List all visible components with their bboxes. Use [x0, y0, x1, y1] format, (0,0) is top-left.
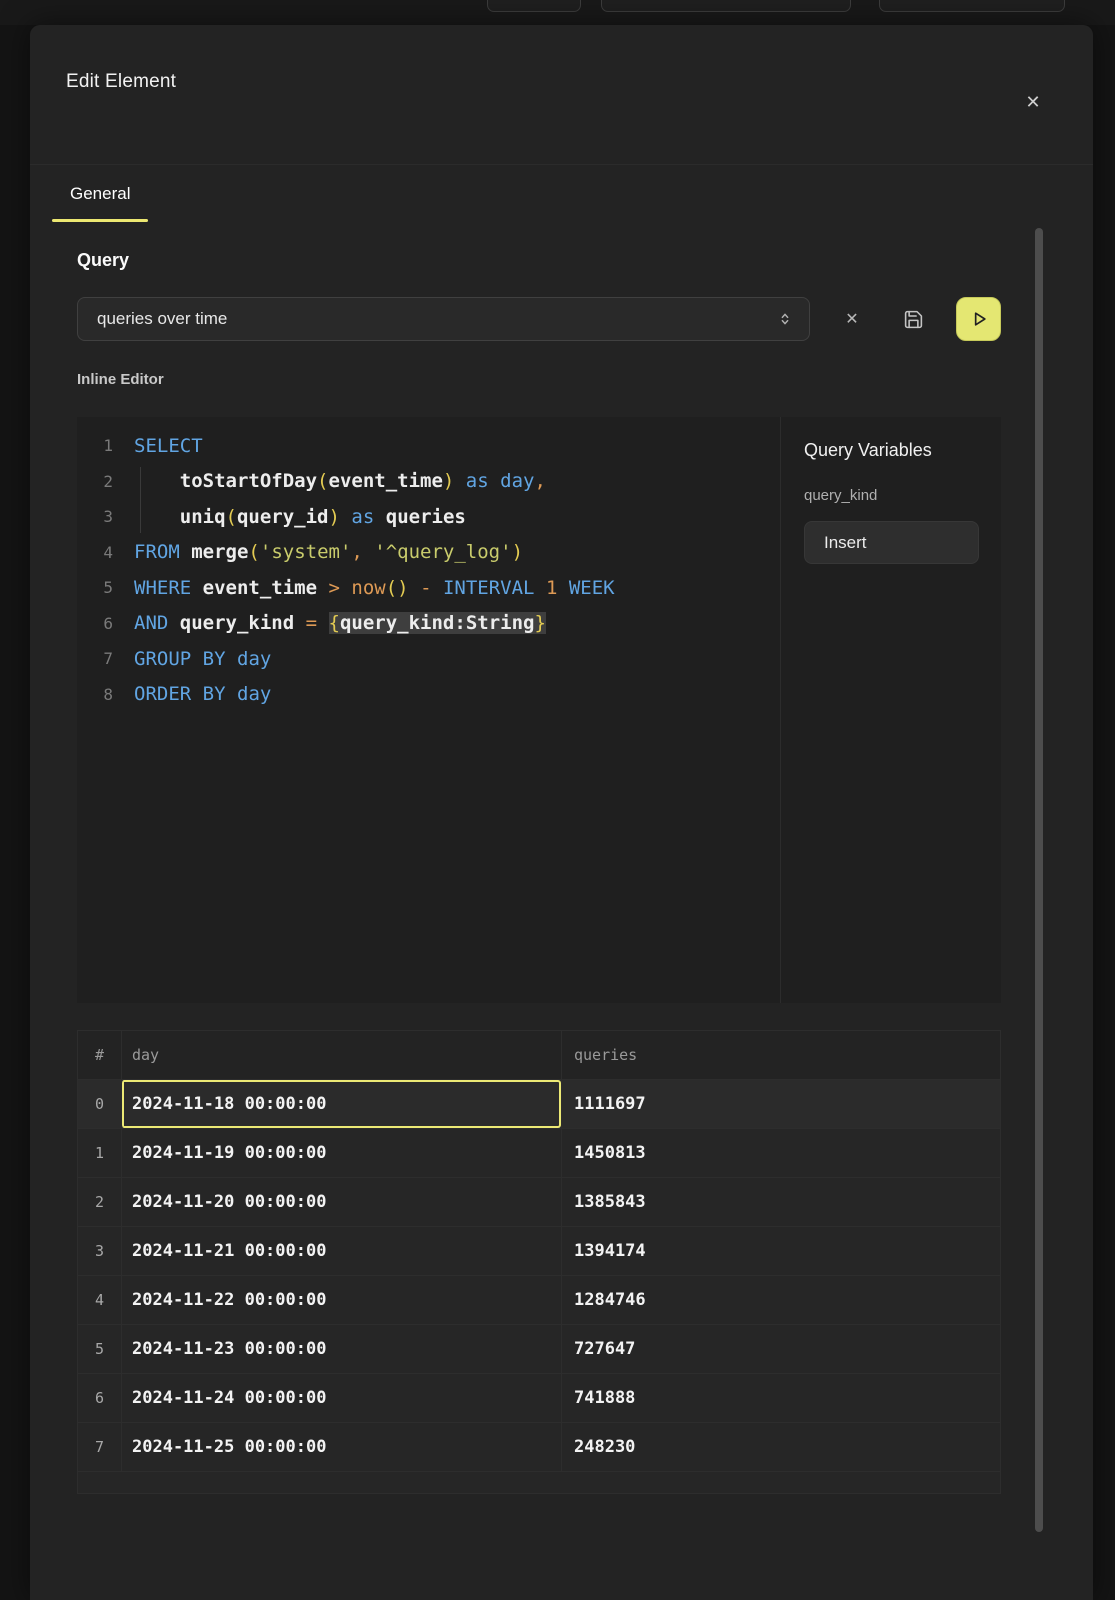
run-query-button[interactable] — [956, 297, 1001, 341]
query-selector-row: queries over time ✕ — [77, 297, 1001, 341]
indent-guide — [140, 467, 141, 533]
code-text: GROUP BY day — [134, 648, 271, 670]
column-header-day: day — [121, 1031, 561, 1079]
line-number: 2 — [77, 472, 113, 491]
code-text: SELECT — [134, 435, 203, 457]
table-row[interactable]: 12024-11-19 00:00:001450813 — [78, 1128, 1000, 1177]
tab-active-underline — [52, 219, 148, 222]
saved-query-dropdown-value: queries over time — [97, 309, 777, 329]
background-button[interactable] — [601, 0, 851, 12]
cell-row-index: 3 — [78, 1227, 121, 1275]
results-table: # day queries 02024-11-18 00:00:00111169… — [77, 1030, 1001, 1494]
cell-queries[interactable]: 1111697 — [561, 1080, 1000, 1128]
table-row[interactable]: 52024-11-23 00:00:00727647 — [78, 1324, 1000, 1373]
query-variables-panel: Query Variables query_kind Insert — [780, 417, 1001, 1003]
inline-editor-label: Inline Editor — [77, 371, 164, 388]
line-number: 8 — [77, 685, 113, 704]
cell-day[interactable]: 2024-11-24 00:00:00 — [121, 1374, 561, 1422]
background-button[interactable] — [879, 0, 1065, 12]
modal-header: Edit Element ✕ — [30, 25, 1093, 165]
line-number: 6 — [77, 614, 113, 633]
cell-day[interactable]: 2024-11-21 00:00:00 — [121, 1227, 561, 1275]
cell-queries[interactable]: 1450813 — [561, 1129, 1000, 1177]
cell-day[interactable]: 2024-11-19 00:00:00 — [121, 1129, 561, 1177]
chevron-up-down-icon — [777, 310, 793, 328]
code-text: toStartOfDay(event_time) as day, — [134, 470, 546, 492]
code-lines[interactable]: 1 SELECT 2 toStartOfDay(event_time) as day… — [77, 417, 780, 1003]
cell-day[interactable]: 2024-11-23 00:00:00 — [121, 1325, 561, 1373]
cell-row-index: 4 — [78, 1276, 121, 1324]
line-number: 7 — [77, 649, 113, 668]
table-row[interactable]: 02024-11-18 00:00:001111697 — [78, 1079, 1000, 1128]
column-header-index: # — [78, 1031, 121, 1079]
cell-queries[interactable]: 1394174 — [561, 1227, 1000, 1275]
clear-query-button[interactable]: ✕ — [830, 297, 874, 341]
line-number: 1 — [77, 436, 113, 455]
save-icon — [903, 309, 924, 330]
cell-queries[interactable]: 1284746 — [561, 1276, 1000, 1324]
table-body: 02024-11-18 00:00:00111169712024-11-19 0… — [78, 1079, 1000, 1471]
table-row[interactable]: 62024-11-24 00:00:00741888 — [78, 1373, 1000, 1422]
results-table-header: # day queries — [78, 1031, 1000, 1079]
cell-row-index: 6 — [78, 1374, 121, 1422]
code-line[interactable]: 3 uniq(query_id) as queries — [77, 499, 780, 535]
cell-queries[interactable]: 727647 — [561, 1325, 1000, 1373]
saved-query-dropdown[interactable]: queries over time — [77, 297, 810, 341]
line-number: 4 — [77, 543, 113, 562]
background-button[interactable] — [487, 0, 581, 12]
background-topbar — [0, 0, 1115, 25]
cell-row-index: 7 — [78, 1423, 121, 1471]
table-row[interactable]: 42024-11-22 00:00:001284746 — [78, 1275, 1000, 1324]
modal-title: Edit Element — [66, 71, 176, 93]
play-icon — [969, 309, 989, 329]
tab-general[interactable]: General — [52, 165, 148, 222]
cell-row-index: 1 — [78, 1129, 121, 1177]
close-icon[interactable]: ✕ — [1020, 89, 1046, 115]
table-row[interactable]: 32024-11-21 00:00:001394174 — [78, 1226, 1000, 1275]
cell-queries[interactable]: 1385843 — [561, 1178, 1000, 1226]
table-filler — [78, 1471, 1000, 1493]
table-row[interactable]: 22024-11-20 00:00:001385843 — [78, 1177, 1000, 1226]
insert-variable-button[interactable]: Insert — [804, 521, 979, 564]
cell-day[interactable]: 2024-11-18 00:00:00 — [121, 1080, 561, 1128]
column-header-queries: queries — [561, 1031, 1000, 1079]
code-line[interactable]: 1 SELECT — [77, 428, 780, 464]
clear-icon: ✕ — [845, 309, 858, 329]
line-number: 5 — [77, 578, 113, 597]
edit-element-modal: Edit Element ✕ General Query queries ove… — [30, 25, 1093, 1600]
code-text: AND query_kind = {query_kind:String} — [134, 612, 546, 634]
code-text: WHERE event_time > now() - INTERVAL 1 WE… — [134, 577, 615, 599]
code-text: uniq(query_id) as queries — [134, 506, 466, 528]
table-row[interactable]: 72024-11-25 00:00:00248230 — [78, 1422, 1000, 1471]
code-text: FROM merge('system', '^query_log') — [134, 541, 523, 563]
cell-queries[interactable]: 248230 — [561, 1423, 1000, 1471]
cell-day[interactable]: 2024-11-22 00:00:00 — [121, 1276, 561, 1324]
tab-general-label: General — [70, 184, 130, 204]
cell-row-index: 5 — [78, 1325, 121, 1373]
cell-row-index: 2 — [78, 1178, 121, 1226]
query-section-heading: Query — [77, 250, 129, 271]
cell-day[interactable]: 2024-11-20 00:00:00 — [121, 1178, 561, 1226]
sql-editor: 1 SELECT 2 toStartOfDay(event_time) as day… — [77, 417, 1001, 1003]
code-line[interactable]: 2 toStartOfDay(event_time) as day, — [77, 464, 780, 500]
code-text: ORDER BY day — [134, 683, 271, 705]
query-variables-title: Query Variables — [804, 440, 1001, 461]
code-line[interactable]: 7 GROUP BY day — [77, 641, 780, 677]
code-line[interactable]: 8 ORDER BY day — [77, 677, 780, 713]
code-line[interactable]: 6 AND query_kind = {query_kind:String} — [77, 606, 780, 642]
modal-scrollbar[interactable] — [1035, 228, 1043, 1532]
cell-queries[interactable]: 741888 — [561, 1374, 1000, 1422]
code-line[interactable]: 5 WHERE event_time > now() - INTERVAL 1 W… — [77, 570, 780, 606]
cell-row-index: 0 — [78, 1080, 121, 1128]
code-line[interactable]: 4 FROM merge('system', '^query_log') — [77, 535, 780, 571]
line-number: 3 — [77, 507, 113, 526]
variable-name-label: query_kind — [804, 487, 1001, 504]
cell-day[interactable]: 2024-11-25 00:00:00 — [121, 1423, 561, 1471]
save-query-button[interactable] — [891, 297, 935, 341]
